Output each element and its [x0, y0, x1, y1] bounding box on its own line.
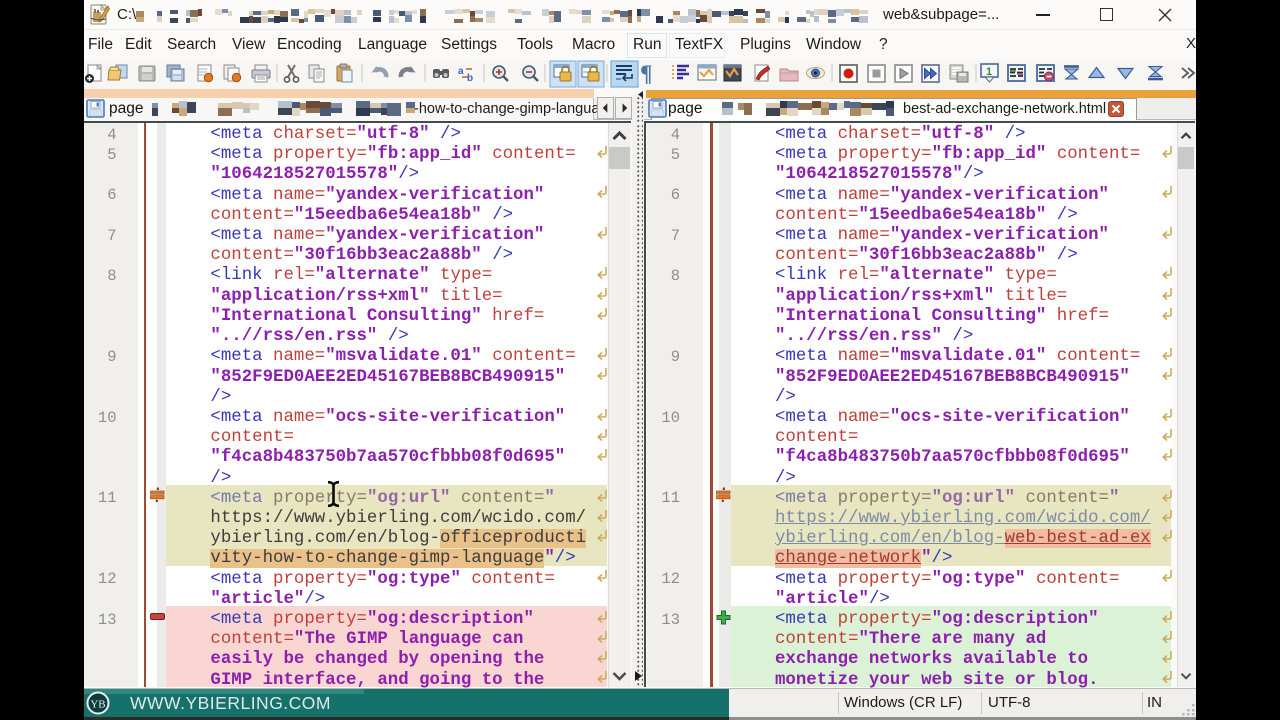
- svg-text:a: a: [458, 66, 464, 77]
- svg-text:¶: ¶: [640, 61, 652, 86]
- svg-text:b: b: [467, 73, 473, 84]
- svg-text:1: 1: [986, 66, 992, 78]
- svg-text:YB: YB: [90, 699, 105, 711]
